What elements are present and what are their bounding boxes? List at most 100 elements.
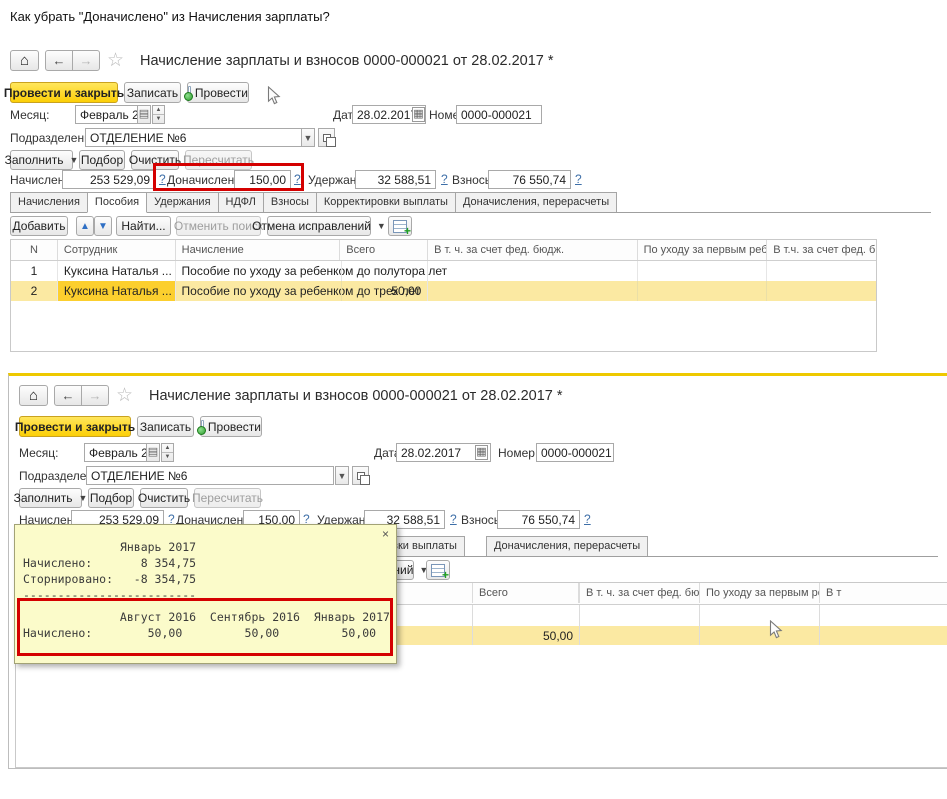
forward-button[interactable]: →	[72, 50, 100, 71]
tab-contributions[interactable]: Взносы	[263, 192, 317, 212]
withheld-input[interactable]: 32 588,51	[355, 170, 436, 189]
cancel-corrections-button[interactable]: Отмена исправлений▼	[267, 216, 371, 236]
list-settings-button[interactable]	[426, 560, 450, 580]
favorite-star-icon[interactable]: ☆	[107, 51, 124, 70]
col-fed-budget[interactable]: В т. ч. за счет фед. бюдж.	[579, 583, 699, 603]
department-open-button[interactable]	[318, 128, 335, 147]
calendar-icon: ▤	[148, 447, 158, 458]
tooltip-detail-text: Август 2016 Сентябрь 2016 Январь 2017 На…	[23, 609, 390, 641]
open-icon	[357, 472, 365, 480]
post-and-close-button[interactable]: Провести и закрыть	[10, 82, 118, 103]
table-row-selected[interactable]: 2 Куксина Наталья ... Пособие по уходу з…	[11, 281, 876, 301]
table-header-row: N Сотрудник Начисление Всего В т. ч. за …	[11, 240, 876, 261]
contributions-input[interactable]: 76 550,74	[497, 510, 580, 529]
col-fed-budget[interactable]: В т. ч. за счет фед. бюдж.	[428, 240, 638, 260]
accrued-help-link[interactable]: ?	[159, 172, 166, 186]
cancel-search-button[interactable]: Отменить поиск	[176, 216, 261, 236]
col-accrual[interactable]: Начисление	[176, 240, 341, 260]
fill-button[interactable]: Заполнить▼	[19, 488, 82, 508]
accrued-input[interactable]: 253 529,09	[62, 170, 155, 189]
home-button[interactable]: ⌂	[19, 385, 48, 406]
withheld-help-link[interactable]: ?	[441, 172, 448, 186]
month-spinner[interactable]: ▲▼	[152, 105, 165, 124]
post-icon	[188, 86, 191, 99]
department-dropdown-button[interactable]: ▼	[301, 128, 315, 147]
move-down-button[interactable]: ▼	[94, 216, 112, 236]
number-input[interactable]: 0000-000021	[536, 443, 614, 462]
accrual-breakdown-tooltip: × Январь 2017 Начислено: 8 354,75 Сторни…	[14, 524, 397, 664]
fill-button[interactable]: Заполнить▼	[10, 150, 73, 170]
added-help-link[interactable]: ?	[294, 172, 301, 186]
move-up-button[interactable]: ▲	[76, 216, 94, 236]
tab-deductions[interactable]: Удержания	[146, 192, 218, 212]
col-first-child[interactable]: По уходу за первым реб...	[638, 240, 768, 260]
number-input[interactable]: 0000-000021	[456, 105, 542, 124]
tab-additional-accruals[interactable]: Доначисления, перерасчеты	[455, 192, 617, 212]
contributions-help-link[interactable]: ?	[584, 512, 591, 526]
tab-ndfl[interactable]: НДФЛ	[218, 192, 264, 212]
date-picker-button[interactable]: ▦	[412, 107, 425, 122]
department-input[interactable]: ОТДЕЛЕНИЕ №6	[86, 466, 334, 485]
tab-additional-accruals[interactable]: Доначисления, перерасчеты	[486, 536, 648, 556]
favorite-star-icon[interactable]: ☆	[116, 386, 133, 405]
tab-payment-adjustments[interactable]: Корректировки выплаты	[316, 192, 456, 212]
month-input[interactable]: Февраль 2017	[75, 105, 138, 124]
close-icon[interactable]: ×	[382, 528, 389, 540]
write-button[interactable]: Записать	[137, 416, 194, 437]
added-label: Доначислено:	[167, 173, 244, 187]
month-calendar-button[interactable]: ▤	[146, 443, 160, 462]
department-open-button[interactable]	[352, 466, 369, 485]
document-title: Начисление зарплаты и взносов 0000-00002…	[140, 53, 554, 69]
home-button[interactable]: ⌂	[10, 50, 39, 71]
table-row[interactable]: 1 Куксина Наталья ... Пособие по уходу з…	[11, 261, 876, 281]
post-button[interactable]: Провести	[200, 416, 262, 437]
chevron-down-icon: ▼	[377, 221, 386, 231]
find-button[interactable]: Найти...	[116, 216, 171, 236]
month-spinner[interactable]: ▲▼	[161, 443, 174, 462]
col-fed-budget-2[interactable]: В т	[819, 583, 947, 603]
col-total[interactable]: Всего	[340, 240, 428, 260]
clear-button[interactable]: Очистить	[140, 488, 188, 508]
chevron-down-icon: ▼	[70, 155, 79, 165]
write-button[interactable]: Записать	[124, 82, 181, 103]
add-row-button[interactable]: Добавить	[10, 216, 68, 236]
chevron-down-icon: ▼	[79, 493, 88, 503]
post-and-close-button[interactable]: Провести и закрыть	[19, 416, 131, 437]
home-icon: ⌂	[29, 388, 38, 403]
calendar-icon: ▦	[413, 109, 423, 120]
withheld-help-link[interactable]: ?	[450, 512, 457, 526]
col-total[interactable]: Всего	[472, 583, 579, 603]
added-input[interactable]: 150,00	[234, 170, 291, 189]
col-employee[interactable]: Сотрудник	[58, 240, 176, 260]
tab-bar: Начисления Пособия Удержания НДФЛ Взносы…	[10, 192, 931, 213]
month-input[interactable]: Февраль 2017	[84, 443, 147, 462]
arrow-up-icon: ▲	[80, 221, 90, 232]
col-n[interactable]: N	[11, 240, 58, 260]
recalculate-button[interactable]: Пересчитать	[185, 150, 252, 170]
date-picker-button[interactable]: ▦	[475, 445, 488, 460]
department-dropdown-button[interactable]: ▼	[335, 466, 349, 485]
month-label: Месяц:	[10, 108, 50, 122]
department-input[interactable]: ОТДЕЛЕНИЕ №6	[85, 128, 302, 147]
back-button[interactable]: ←	[54, 385, 82, 406]
col-fed-budget-2[interactable]: В т.ч. за счет фед. бюдж.	[767, 240, 876, 260]
contributions-help-link[interactable]: ?	[575, 172, 582, 186]
calendar-icon: ▤	[139, 109, 149, 120]
recalculate-button[interactable]: Пересчитать	[194, 488, 261, 508]
tab-accruals[interactable]: Начисления	[10, 192, 88, 212]
list-settings-button[interactable]	[388, 216, 412, 236]
post-button[interactable]: Провести	[187, 82, 249, 103]
contributions-input[interactable]: 76 550,74	[488, 170, 571, 189]
calendar-icon: ▦	[476, 447, 486, 458]
tab-benefits[interactable]: Пособия	[87, 192, 147, 213]
month-label: Месяц:	[19, 446, 59, 460]
forward-button[interactable]: →	[81, 385, 109, 406]
col-first-child[interactable]: По уходу за первым реб...	[699, 583, 819, 603]
grid-plus-icon	[431, 564, 445, 577]
month-calendar-button[interactable]: ▤	[137, 105, 151, 124]
back-icon: ←	[62, 389, 75, 402]
clear-button[interactable]: Очистить	[131, 150, 179, 170]
back-button[interactable]: ←	[45, 50, 73, 71]
pick-button[interactable]: Подбор	[79, 150, 125, 170]
pick-button[interactable]: Подбор	[88, 488, 134, 508]
